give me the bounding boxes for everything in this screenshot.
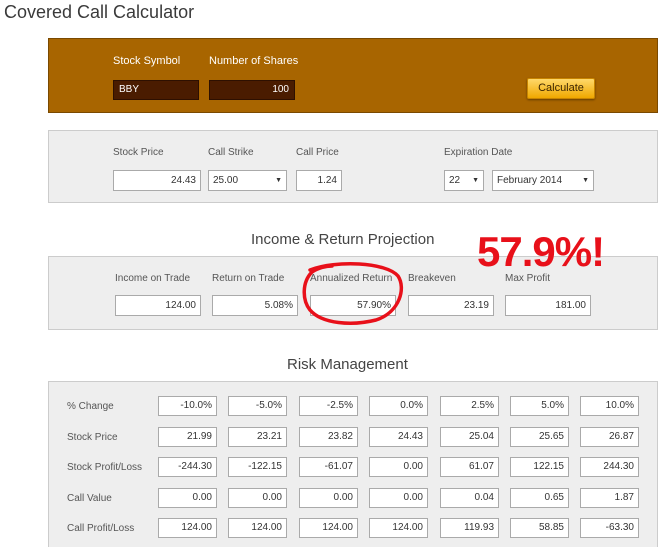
risk-cell: 23.82 [299, 427, 358, 447]
risk-cell: -10.0% [158, 396, 217, 416]
risk-cell: 0.04 [440, 488, 499, 508]
dropdown-arrow-icon: ▼ [275, 177, 282, 184]
risk-cell: 58.85 [510, 518, 569, 538]
expiration-label: Expiration Date [444, 147, 513, 158]
call-price-label: Call Price [296, 147, 339, 158]
risk-panel: % Change -10.0% -5.0% -2.5% 0.0% 2.5% 5.… [48, 381, 658, 547]
risk-cell: 0.00 [158, 488, 217, 508]
annotation-text: 57.9%! [477, 228, 605, 275]
risk-cell: 0.00 [369, 488, 428, 508]
risk-cell: -63.30 [580, 518, 639, 538]
risk-cell: 1.87 [580, 488, 639, 508]
risk-cell: 10.0% [580, 396, 639, 416]
risk-cell: 26.87 [580, 427, 639, 447]
shares-input[interactable]: 100 [209, 80, 295, 100]
risk-cell: 0.65 [510, 488, 569, 508]
risk-cell: 119.93 [440, 518, 499, 538]
risk-cell: -2.5% [299, 396, 358, 416]
page-title: Covered Call Calculator [4, 2, 195, 22]
exp-month-value: February 2014 [497, 175, 563, 186]
risk-cell: 122.15 [510, 457, 569, 477]
annotation-circle [302, 262, 403, 325]
dropdown-arrow-icon: ▼ [472, 177, 479, 184]
risk-cell: 0.00 [228, 488, 287, 508]
risk-cell: 124.00 [158, 518, 217, 538]
risk-cell: 124.00 [369, 518, 428, 538]
risk-cell: 25.65 [510, 427, 569, 447]
risk-cell: -122.15 [228, 457, 287, 477]
risk-cell: 61.07 [440, 457, 499, 477]
risk-cell: 23.21 [228, 427, 287, 447]
call-strike-label: Call Strike [208, 147, 254, 158]
stock-price-label: Stock Price [113, 147, 164, 158]
stock-symbol-label: Stock Symbol [113, 55, 181, 67]
call-strike-select[interactable]: 25.00 ▼ [208, 170, 287, 191]
exp-month-select[interactable]: February 2014 ▼ [492, 170, 594, 191]
income-label: Income on Trade [115, 273, 191, 284]
call-strike-value: 25.00 [213, 175, 239, 186]
shares-label: Number of Shares [209, 55, 299, 67]
risk-cell: 0.00 [299, 488, 358, 508]
risk-cell: 25.04 [440, 427, 499, 447]
stock-price-input[interactable]: 24.43 [113, 170, 201, 191]
risk-cell: 2.5% [440, 396, 499, 416]
calculate-button[interactable]: Calculate [527, 78, 595, 99]
risk-cell: -5.0% [228, 396, 287, 416]
breakeven-label: Breakeven [408, 273, 456, 284]
row-label: Call Profit/Loss [67, 523, 135, 534]
exp-day-select[interactable]: 22 ▼ [444, 170, 484, 191]
risk-cell: 0.0% [369, 396, 428, 416]
row-label: Call Value [67, 493, 112, 504]
risk-cell: 124.00 [299, 518, 358, 538]
return-label: Return on Trade [212, 273, 285, 284]
dropdown-arrow-icon: ▼ [582, 177, 589, 184]
risk-cell: 24.43 [369, 427, 428, 447]
risk-cell: -244.30 [158, 457, 217, 477]
risk-cell: 21.99 [158, 427, 217, 447]
income-output: 124.00 [115, 295, 201, 316]
risk-cell: 124.00 [228, 518, 287, 538]
max-profit-output: 181.00 [505, 295, 591, 316]
projection-title: Income & Return Projection [251, 231, 435, 248]
row-label: Stock Price [67, 432, 118, 443]
risk-cell: 5.0% [510, 396, 569, 416]
call-price-input[interactable]: 1.24 [296, 170, 342, 191]
option-panel: Stock Price Call Strike Call Price Expir… [48, 130, 658, 203]
stock-symbol-input[interactable]: BBY [113, 80, 199, 100]
risk-cell: 0.00 [369, 457, 428, 477]
return-output: 5.08% [212, 295, 298, 316]
exp-day-value: 22 [449, 175, 461, 186]
breakeven-output: 23.19 [408, 295, 494, 316]
position-panel: Stock Symbol Number of Shares BBY 100 Ca… [48, 38, 658, 113]
row-label: % Change [67, 401, 114, 412]
risk-cell: -61.07 [299, 457, 358, 477]
row-label: Stock Profit/Loss [67, 462, 143, 473]
risk-cell: 244.30 [580, 457, 639, 477]
risk-title: Risk Management [287, 356, 408, 373]
